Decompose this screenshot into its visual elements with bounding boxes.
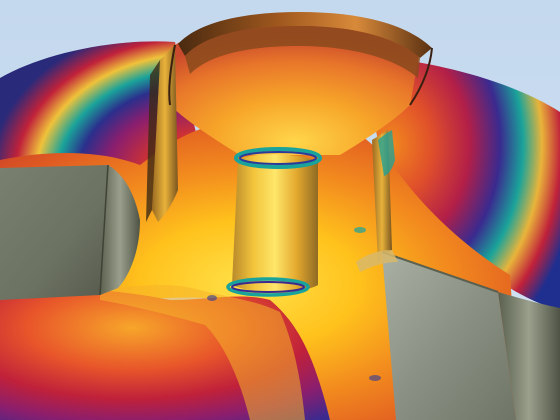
render-canvas: [0, 0, 560, 420]
field-hotspot-accent: [354, 227, 366, 233]
render-scene: [0, 0, 560, 420]
center-cylinder: [232, 154, 318, 293]
field-hotspot-accent: [369, 375, 381, 381]
field-hotspot-accent: [207, 295, 217, 301]
left-magnet-block: [0, 165, 108, 300]
